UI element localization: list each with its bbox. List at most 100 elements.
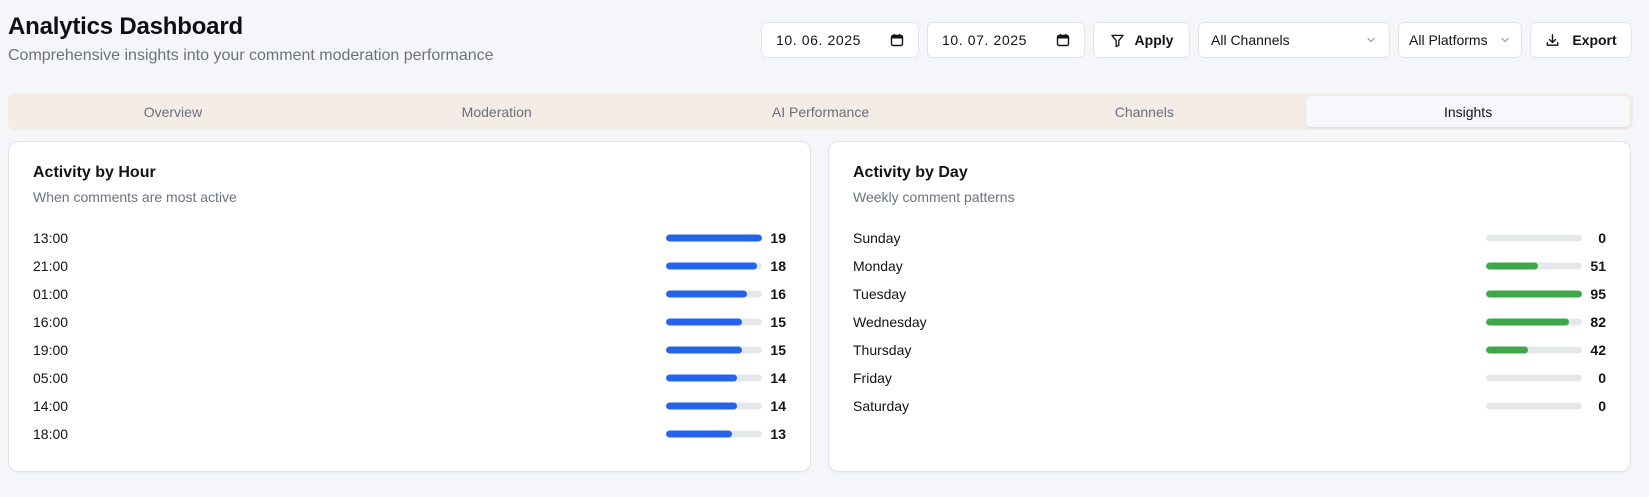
tab-bar: Overview Moderation AI Performance Chann…	[8, 93, 1633, 130]
download-icon	[1545, 33, 1560, 48]
day-value: 42	[1590, 342, 1606, 358]
day-value: 95	[1590, 286, 1606, 302]
hour-bar-track	[666, 290, 762, 298]
hour-bar-track	[666, 318, 762, 326]
day-row: Saturday 0	[853, 392, 1606, 420]
platform-select[interactable]: All Platforms	[1398, 22, 1522, 58]
date-to-value: 10. 07. 2025	[942, 32, 1028, 48]
day-bar-track	[1486, 402, 1582, 410]
page-header: Analytics Dashboard Comprehensive insigh…	[0, 0, 1649, 90]
filter-icon	[1110, 33, 1125, 48]
hour-value: 15	[770, 314, 786, 330]
hour-row: 01:00 16	[33, 280, 786, 308]
hour-value: 14	[770, 370, 786, 386]
day-bar-fill	[1486, 318, 1569, 326]
card-title: Activity by Day	[853, 164, 968, 181]
platform-select-value: All Platforms	[1409, 32, 1488, 48]
day-bar-track	[1486, 234, 1582, 242]
tab-channels[interactable]: Channels	[982, 96, 1306, 127]
day-row: Friday 0	[853, 364, 1606, 392]
day-bar-track	[1486, 346, 1582, 354]
day-label: Sunday	[853, 230, 901, 246]
export-button[interactable]: Export	[1530, 22, 1632, 58]
hour-row: 18:00 13	[33, 420, 786, 448]
hour-label: 05:00	[33, 370, 69, 386]
hour-value: 19	[770, 230, 786, 246]
hour-list: 13:00 19 21:00 18 01:00 16 16:00 15 19:00 15 05:00…	[33, 224, 786, 448]
hour-bar-track	[666, 262, 762, 270]
day-label: Tuesday	[853, 286, 907, 302]
day-label: Wednesday	[853, 314, 927, 330]
date-to-input[interactable]: 10. 07. 2025	[927, 22, 1085, 58]
hour-bar-fill	[666, 262, 757, 270]
activity-by-day-card: Activity by Day Weekly comment patterns …	[828, 141, 1631, 472]
activity-by-hour-card: Activity by Hour When comments are most …	[8, 141, 811, 472]
day-bar-track	[1486, 290, 1582, 298]
day-label: Friday	[853, 370, 892, 386]
hour-bar-track	[666, 374, 762, 382]
hour-value: 13	[770, 426, 786, 442]
tab-overview[interactable]: Overview	[11, 96, 335, 127]
day-value: 0	[1598, 398, 1606, 414]
day-value: 82	[1590, 314, 1606, 330]
page-subtitle: Comprehensive insights into your comment…	[8, 47, 494, 64]
hour-bar-fill	[666, 318, 742, 326]
hour-bar-fill	[666, 430, 732, 438]
hour-bar-fill	[666, 346, 742, 354]
day-row: Sunday 0	[853, 224, 1606, 252]
apply-button[interactable]: Apply	[1093, 22, 1190, 58]
hour-row: 13:00 19	[33, 224, 786, 252]
day-row: Tuesday 95	[853, 280, 1606, 308]
card-description: When comments are most active	[33, 189, 237, 205]
hour-bar-fill	[666, 290, 747, 298]
chevron-down-icon	[1365, 34, 1377, 46]
day-bar-track	[1486, 374, 1582, 382]
hour-value: 16	[770, 286, 786, 302]
channel-select-value: All Channels	[1211, 32, 1290, 48]
export-label: Export	[1572, 32, 1617, 48]
hour-label: 13:00	[33, 230, 69, 246]
day-label: Monday	[853, 258, 903, 274]
day-row: Wednesday 82	[853, 308, 1606, 336]
tab-insights[interactable]: Insights	[1306, 96, 1630, 127]
hour-value: 15	[770, 342, 786, 358]
hour-label: 16:00	[33, 314, 69, 330]
tab-moderation[interactable]: Moderation	[335, 96, 659, 127]
apply-label: Apply	[1134, 32, 1174, 48]
day-row: Thursday 42	[853, 336, 1606, 364]
hour-bar-fill	[666, 402, 737, 410]
hour-row: 21:00 18	[33, 252, 786, 280]
hour-bar-fill	[666, 374, 737, 382]
tab-ai-performance[interactable]: AI Performance	[659, 96, 983, 127]
filter-controls: 10. 06. 2025 10. 07. 2025 Apply All Chan…	[761, 22, 1632, 58]
channel-select[interactable]: All Channels	[1198, 22, 1390, 58]
hour-bar-track	[666, 430, 762, 438]
page-title: Analytics Dashboard	[8, 13, 243, 40]
hour-bar-track	[666, 234, 762, 242]
chevron-down-icon	[1499, 34, 1511, 46]
hour-label: 21:00	[33, 258, 69, 274]
calendar-icon[interactable]	[1056, 33, 1070, 47]
day-label: Saturday	[853, 398, 910, 414]
day-value: 0	[1598, 370, 1606, 386]
hour-bar-track	[666, 346, 762, 354]
day-value: 51	[1590, 258, 1606, 274]
hour-value: 18	[770, 258, 786, 274]
day-bar-fill	[1486, 290, 1582, 298]
date-from-input[interactable]: 10. 06. 2025	[761, 22, 919, 58]
hour-row: 14:00 14	[33, 392, 786, 420]
date-from-value: 10. 06. 2025	[776, 32, 862, 48]
day-bar-fill	[1486, 346, 1529, 354]
hour-row: 05:00 14	[33, 364, 786, 392]
card-title: Activity by Hour	[33, 164, 156, 181]
hour-label: 19:00	[33, 342, 69, 358]
hour-value: 14	[770, 398, 786, 414]
hour-label: 01:00	[33, 286, 69, 302]
calendar-icon[interactable]	[890, 33, 904, 47]
hour-bar-track	[666, 402, 762, 410]
hour-row: 16:00 15	[33, 308, 786, 336]
card-description: Weekly comment patterns	[853, 189, 1015, 205]
day-row: Monday 51	[853, 252, 1606, 280]
hour-label: 18:00	[33, 426, 69, 442]
hour-label: 14:00	[33, 398, 69, 414]
